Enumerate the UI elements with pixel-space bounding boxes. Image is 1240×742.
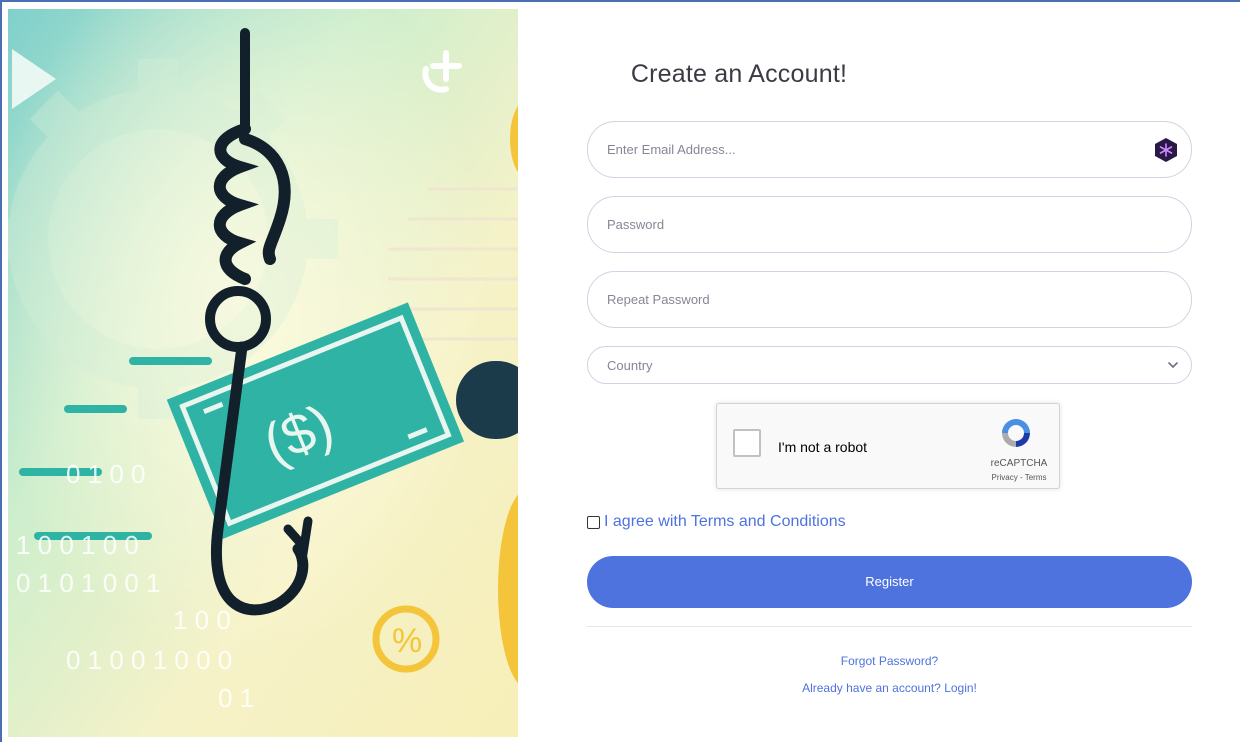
binary-text: 1 0 0 1 0 0: [16, 530, 139, 560]
binary-text: 1 0 0: [173, 605, 231, 635]
chevron-down-icon: [1168, 362, 1178, 369]
recaptcha-checkbox[interactable]: [733, 429, 761, 457]
password-field[interactable]: [587, 196, 1192, 253]
window-border-top: [0, 0, 1240, 2]
email-input[interactable]: [588, 122, 1127, 177]
terms-link[interactable]: I agree with Terms and Conditions: [604, 513, 846, 531]
divider: [587, 626, 1192, 627]
recaptcha-widget: I'm not a robot reCAPTCHA Privacy - Term…: [716, 403, 1060, 489]
country-select[interactable]: Country: [587, 346, 1192, 384]
binary-text: 0 1 0 0 1 0 0 0: [66, 645, 232, 675]
login-link[interactable]: Already have an account? Login!: [587, 681, 1192, 695]
binary-text: 0 1 0 0: [66, 459, 146, 489]
binary-text: 0 1: [218, 683, 254, 713]
password-input[interactable]: [588, 197, 1127, 252]
register-button[interactable]: Register: [587, 556, 1192, 608]
page-title: Create an Account!: [630, 60, 848, 88]
terms-checkbox[interactable]: [587, 516, 600, 529]
email-field[interactable]: [587, 121, 1192, 178]
window-border-left: [0, 0, 2, 742]
phishing-illustration: 0 1 0 0 1 0 0 1 0 0 0 1 0 1 0 0 1 1 0 0 …: [8, 9, 518, 737]
binary-text: 0 1 0 1 0 0 1: [16, 568, 161, 598]
recaptcha-privacy-terms-link[interactable]: Privacy - Terms: [979, 473, 1059, 482]
recaptcha-label: I'm not a robot: [778, 439, 868, 455]
svg-text:%: %: [392, 622, 422, 660]
forgot-password-link[interactable]: Forgot Password?: [587, 654, 1192, 668]
recaptcha-brand: reCAPTCHA: [990, 458, 1048, 469]
recaptcha-logo-icon: [1002, 419, 1030, 447]
country-selected-value: Country: [607, 358, 653, 373]
repeat-password-field[interactable]: [587, 271, 1192, 328]
repeat-password-input[interactable]: [588, 272, 1127, 327]
extension-icon[interactable]: [1153, 137, 1179, 163]
